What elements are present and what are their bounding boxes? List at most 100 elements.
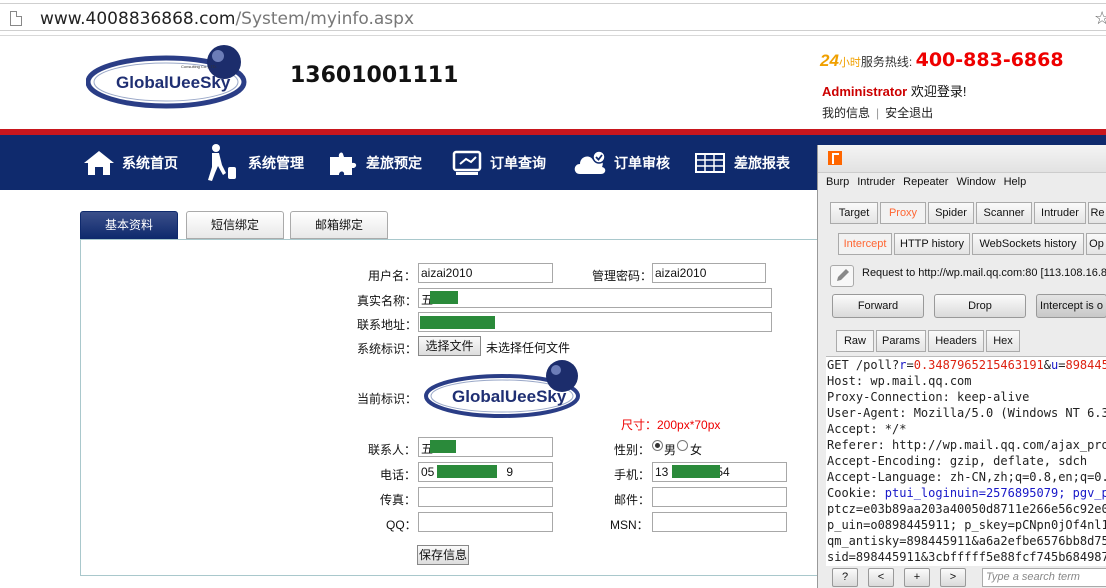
my-info-link[interactable]: 我的信息: [822, 106, 870, 120]
gender-male-radio[interactable]: [652, 440, 663, 451]
burp-tab-spider[interactable]: Spider: [928, 202, 974, 224]
subtab-intercept[interactable]: Intercept: [838, 233, 892, 255]
intercept-toggle[interactable]: Intercept is o: [1036, 294, 1106, 318]
url-field[interactable]: www.4008836868.com/System/myinfo.aspx ☆: [0, 3, 1106, 31]
nav-item-review[interactable]: 订单审核: [572, 135, 670, 190]
logout-link[interactable]: 安全退出: [885, 106, 933, 120]
burp-tab-intruder[interactable]: Intruder: [1034, 202, 1086, 224]
view-tab-hex[interactable]: Hex: [986, 330, 1020, 352]
edit-request-button[interactable]: [830, 265, 854, 287]
add-button[interactable]: +: [904, 568, 930, 587]
fax-field[interactable]: [418, 487, 553, 507]
tab-basic-info[interactable]: 基本资料: [80, 211, 178, 239]
phone-suffix: 9: [506, 465, 514, 479]
nav-item-orders[interactable]: 订单查询: [452, 135, 546, 190]
url-text[interactable]: www.4008836868.com/System/myinfo.aspx: [40, 9, 414, 29]
user-links: 我的信息 | 安全退出: [822, 104, 933, 121]
page-root: www.4008836868.com/System/myinfo.aspx ☆ …: [0, 0, 1106, 588]
subtab-websockets-history[interactable]: WebSockets history: [972, 233, 1084, 255]
logo-text: GlobalUeeSky: [116, 73, 231, 92]
gender-female-label: 女: [690, 443, 703, 457]
nav-item-system[interactable]: 系统管理: [206, 135, 304, 190]
username-field[interactable]: aizai2010: [418, 263, 553, 283]
gender-female-radio[interactable]: [677, 440, 688, 451]
choose-file-button[interactable]: 选择文件: [418, 336, 481, 356]
tab-email-binding[interactable]: 邮箱绑定: [290, 211, 388, 239]
burp-window: Burp Intruder Repeater Window Help Target Pr…: [817, 145, 1106, 588]
phone-label: 电话：: [380, 468, 417, 482]
link-separator: |: [876, 106, 880, 120]
size-hint: 尺寸：200px*70px: [621, 418, 721, 432]
password-label: 管理密码：: [592, 269, 653, 283]
burp-tab-target[interactable]: Target: [830, 202, 878, 224]
msn-label: MSN：: [610, 518, 649, 532]
account-phone: 13601001111: [290, 63, 459, 88]
nav-label: 差旅报表: [734, 154, 790, 171]
raw-line: Accept-Encoding: gzip, deflate, sdch: [827, 454, 1088, 468]
nav-label: 系统管理: [248, 154, 304, 171]
url-host: www.4008836868.com: [40, 9, 236, 29]
site-logo[interactable]: GlobalUeeSky Consulting Co.,LTD.: [85, 40, 256, 112]
address-label: 联系地址：: [357, 318, 418, 332]
mobile-label: 手机：: [614, 468, 651, 482]
next-match-button[interactable]: >: [940, 568, 966, 587]
redaction-block: [430, 291, 458, 304]
hotline-24-badge: 24: [820, 51, 839, 70]
subtab-http-history[interactable]: HTTP history: [894, 233, 970, 255]
phone-prefix: 05: [421, 465, 435, 479]
menu-intruder[interactable]: Intruder: [857, 176, 895, 188]
raw-line: ptcz=e03b89aa203a40050d8711e266e56c92e02: [827, 502, 1106, 516]
view-tab-raw[interactable]: Raw: [836, 330, 874, 352]
view-tab-params[interactable]: Params: [876, 330, 926, 352]
tab-sms-binding[interactable]: 短信绑定: [186, 211, 284, 239]
hotline-number: 400-883-6868: [915, 49, 1064, 71]
help-button[interactable]: ?: [832, 568, 858, 587]
contact-label: 联系人：: [368, 443, 417, 457]
menu-help[interactable]: Help: [1004, 176, 1027, 188]
welcome-line: Administrator 欢迎登录!: [822, 81, 966, 100]
drop-button[interactable]: Drop: [934, 294, 1026, 318]
gender-label: 性别：: [614, 443, 651, 457]
redaction-block: [437, 465, 497, 478]
menu-window[interactable]: Window: [956, 176, 995, 188]
forward-button[interactable]: Forward: [832, 294, 924, 318]
traveler-icon: [208, 143, 236, 181]
burp-tab-scanner[interactable]: Scanner: [976, 202, 1032, 224]
qq-field[interactable]: [418, 512, 553, 532]
nav-label: 订单查询: [490, 154, 546, 171]
realname-field[interactable]: 五: [418, 288, 772, 308]
burp-tab-proxy[interactable]: Proxy: [880, 202, 926, 224]
nav-item-report[interactable]: 差旅报表: [694, 135, 790, 190]
view-tab-headers[interactable]: Headers: [928, 330, 984, 352]
email-label: 邮件：: [614, 493, 651, 507]
email-field[interactable]: [652, 487, 787, 507]
msn-field[interactable]: [652, 512, 787, 532]
raw-line: Referer: http://wp.mail.qq.com/ajax_prox: [827, 438, 1106, 452]
raw-line: sid=898445911&3cbfffff5e88fcf745b6849876: [827, 550, 1106, 564]
pencil-icon: [837, 269, 849, 281]
page-icon: [10, 11, 22, 26]
raw-line: GET /poll?r=0.3487965215463191&u=8984459: [827, 358, 1106, 372]
nav-item-booking[interactable]: 差旅预定: [328, 135, 422, 190]
search-input[interactable]: Type a search term: [982, 568, 1106, 587]
nav-label: 差旅预定: [366, 154, 422, 171]
current-logo-image: GlobalUeeSky: [424, 358, 594, 420]
burp-title-bar: [818, 145, 1106, 173]
prev-match-button[interactable]: <: [868, 568, 894, 587]
subtab-options[interactable]: Op: [1086, 233, 1106, 255]
menu-burp[interactable]: Burp: [826, 176, 849, 188]
sysmark-label: 系统标识：: [357, 342, 418, 356]
bookmark-star-icon[interactable]: ☆: [1094, 8, 1106, 29]
raw-request-editor[interactable]: GET /poll?r=0.3487965215463191&u=8984459…: [826, 356, 1106, 566]
nav-item-home[interactable]: 系统首页: [82, 135, 178, 190]
burp-tab-repeater[interactable]: Re: [1088, 202, 1106, 224]
browser-address-bar: www.4008836868.com/System/myinfo.aspx ☆: [0, 0, 1106, 36]
raw-line: Host: wp.mail.qq.com: [827, 374, 972, 388]
password-field[interactable]: aizai2010: [652, 263, 766, 283]
burp-menu-bar: Burp Intruder Repeater Window Help: [818, 176, 1106, 194]
save-button[interactable]: 保存信息: [417, 545, 469, 565]
qq-label: QQ：: [386, 518, 417, 532]
redaction-block: [420, 316, 495, 329]
raw-line: Cookie: ptui_loginuin=2576895079; pgv_pv: [827, 486, 1106, 500]
menu-repeater[interactable]: Repeater: [903, 176, 948, 188]
